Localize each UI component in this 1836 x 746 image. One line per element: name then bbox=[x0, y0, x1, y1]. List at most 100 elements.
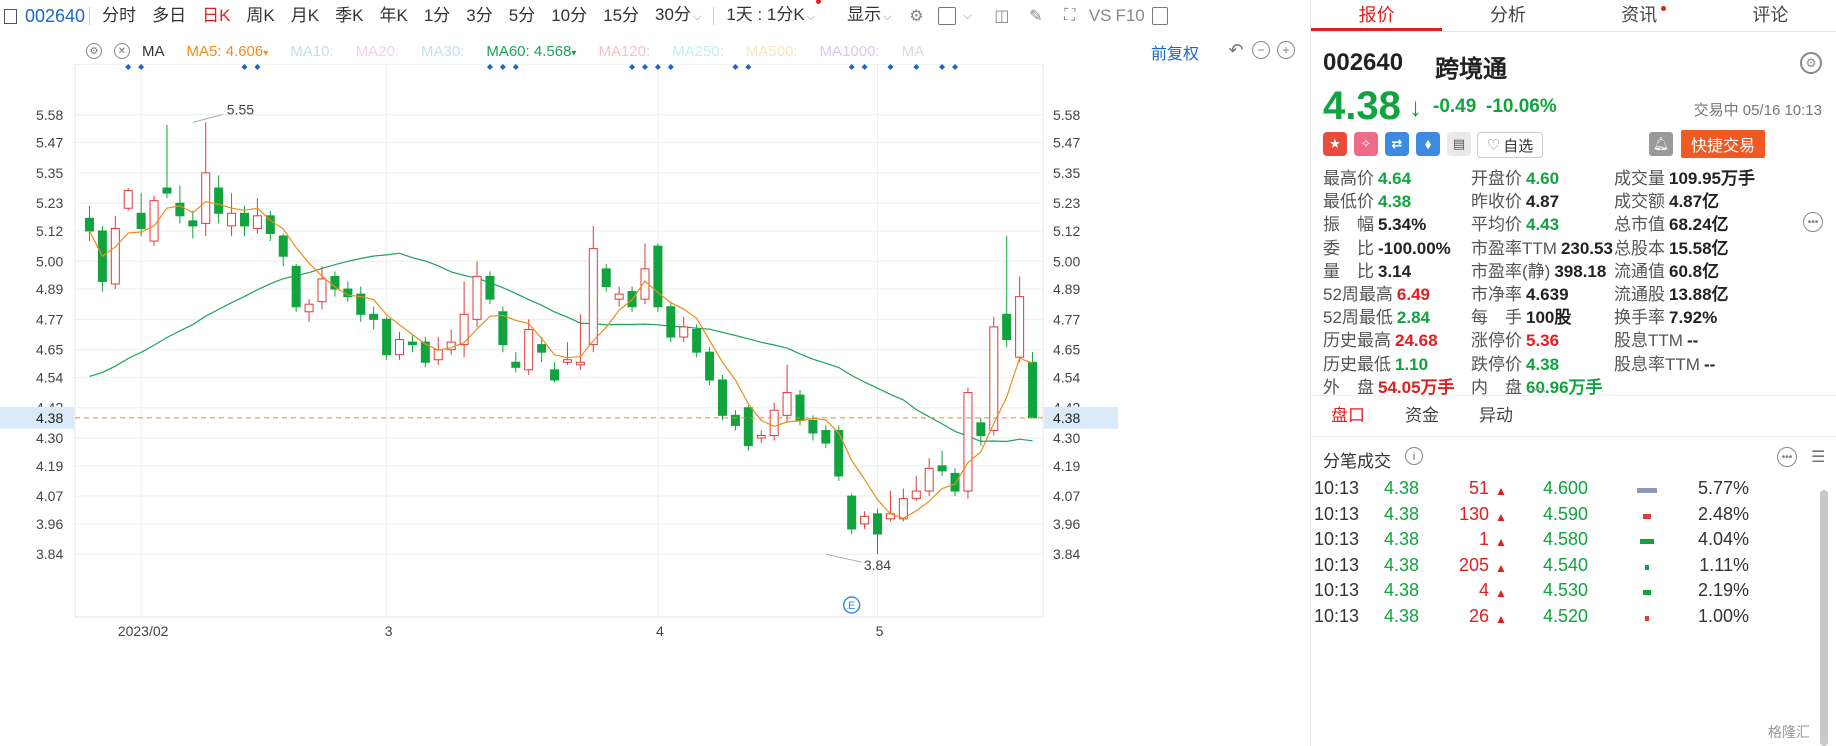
period-tab-intraday[interactable]: 分时 bbox=[94, 0, 144, 32]
period-tab-quarterly[interactable]: 季K bbox=[327, 0, 371, 32]
candle-up bbox=[963, 392, 973, 492]
fullscreen-icon[interactable]: ⛶ bbox=[1058, 4, 1082, 28]
event-marker-dot bbox=[732, 64, 739, 70]
period-tab-monthly[interactable]: 月K bbox=[283, 0, 327, 32]
trade-price: 4.38 bbox=[1384, 478, 1420, 498]
checkbox-dropdown-icon[interactable] bbox=[938, 7, 957, 25]
ai-icon[interactable]: ✧ bbox=[1354, 132, 1378, 156]
subtab-orderbook[interactable]: 盘口 bbox=[1311, 396, 1385, 436]
zoom-out-icon[interactable]: − bbox=[1252, 41, 1270, 59]
candle-down bbox=[175, 202, 185, 217]
y-tick-label-right: 5.00 bbox=[1053, 253, 1080, 269]
list-view-icon[interactable]: ☰ bbox=[1811, 447, 1825, 467]
tab-quote[interactable]: 报价 bbox=[1311, 0, 1443, 31]
ma1000-legend[interactable]: MA1000: bbox=[820, 43, 880, 60]
ma30-legend[interactable]: MA30: bbox=[421, 43, 464, 60]
candle-down bbox=[834, 429, 844, 477]
period-tab-5min[interactable]: 5分 bbox=[501, 0, 543, 32]
quote-stats: 最高价 4.64 开盘价 4.60 成交量 109.95万手 最低价 4.38 昨收价 4.87 成… bbox=[1311, 162, 1836, 397]
trade-price: 4.38 bbox=[1384, 580, 1420, 600]
stock-code-selector[interactable]: 002640 bbox=[0, 6, 85, 27]
chevron-down-icon: ⌵ bbox=[692, 11, 702, 23]
zoom-in-icon[interactable]: + bbox=[1277, 41, 1295, 59]
stat-label: 量 比 bbox=[1323, 261, 1374, 281]
ma120-legend[interactable]: MA120: bbox=[598, 43, 650, 60]
add-watchlist-button[interactable]: ♡ 自选 bbox=[1477, 132, 1543, 158]
stock-code: 002640 bbox=[1323, 49, 1404, 76]
undo-icon[interactable]: ↶ bbox=[1227, 41, 1245, 59]
candle-down bbox=[162, 187, 172, 194]
chevron-up-icon[interactable]: ︿ bbox=[1532, 376, 1546, 396]
period-tab-1min[interactable]: 1分 bbox=[416, 0, 458, 32]
candle-down bbox=[485, 275, 495, 300]
stock-icon-row: ★ ✧ ⇄ ⬧ ▤ ♡ 自选 🔔︎ 快捷交易 bbox=[1311, 128, 1836, 162]
period-tab-10min[interactable]: 10分 bbox=[543, 0, 595, 32]
subtab-capital[interactable]: 资金 bbox=[1385, 396, 1459, 436]
pencil-icon[interactable]: ✎ bbox=[1024, 4, 1048, 28]
ma10-legend[interactable]: MA10: bbox=[290, 43, 333, 60]
stat-item: 流通股 13.88亿 bbox=[1614, 280, 1729, 305]
ma-more-legend[interactable]: MA bbox=[902, 43, 925, 60]
bell-icon[interactable]: 🔔︎ bbox=[1649, 132, 1673, 156]
info-icon[interactable]: i bbox=[1405, 447, 1423, 465]
stat-label: 涨停价 bbox=[1471, 331, 1522, 351]
watchlist-label: 自选 bbox=[1503, 137, 1534, 155]
triangle-up-icon: ▲ bbox=[1495, 586, 1507, 600]
settings-gear-icon[interactable]: ⚙ bbox=[904, 4, 928, 28]
y-tick-label-left: 4.19 bbox=[36, 458, 63, 474]
book-icon[interactable]: ▤ bbox=[1447, 132, 1471, 156]
panel-toggle-icon[interactable] bbox=[1151, 7, 1168, 25]
f10-button[interactable]: F10 bbox=[1113, 0, 1146, 32]
settings-gear-icon[interactable]: ⚙ bbox=[86, 43, 102, 59]
tab-comments[interactable]: 评论 bbox=[1705, 0, 1836, 31]
ma500-legend[interactable]: MA500: bbox=[746, 43, 798, 60]
period-tab-3min[interactable]: 3分 bbox=[458, 0, 500, 32]
shuffle-icon[interactable]: ⇄ bbox=[1385, 132, 1409, 156]
ma20-legend[interactable]: MA20: bbox=[356, 43, 399, 60]
period-tab-30min[interactable]: 30分 ⌵ bbox=[647, 0, 709, 33]
stat-label: 市盈率(静) bbox=[1471, 261, 1551, 281]
settings-gear-icon[interactable]: ⚙ bbox=[1800, 52, 1822, 74]
high-annotation: 5.55 bbox=[227, 101, 254, 117]
tab-news[interactable]: 资讯 bbox=[1574, 0, 1705, 31]
quick-trade-button[interactable]: 快捷交易 bbox=[1681, 130, 1765, 158]
x-tick-label: 2023/02 bbox=[118, 623, 169, 639]
more-options-icon[interactable]: ••• bbox=[1803, 212, 1823, 232]
stat-label: 历史最高 bbox=[1323, 331, 1391, 351]
candle-up bbox=[395, 339, 405, 356]
close-icon[interactable]: ✕ bbox=[114, 43, 130, 59]
stat-item: 振 幅 5.34% bbox=[1323, 210, 1426, 235]
period-tab-15min[interactable]: 15分 bbox=[595, 0, 647, 32]
ma60-legend[interactable]: MA60: 4.568▾ bbox=[486, 43, 576, 60]
level-share-bar bbox=[1639, 539, 1654, 544]
stat-value: 7.92% bbox=[1669, 308, 1718, 328]
period-tab-daily[interactable]: 日K bbox=[194, 0, 238, 32]
level-price: 4.540 bbox=[1543, 554, 1589, 575]
notification-dot-icon bbox=[1661, 6, 1667, 11]
trades-scrollbar[interactable] bbox=[1820, 490, 1828, 746]
level-share-pct: 1.00% bbox=[1697, 605, 1749, 626]
ma-indicator-label[interactable]: MA bbox=[142, 43, 165, 60]
trades-title: 分笔成交 bbox=[1323, 452, 1391, 471]
cn-flag-icon[interactable]: ★ bbox=[1323, 132, 1347, 156]
interval-dropdown[interactable]: 1天 : 1分K ⌵ bbox=[718, 0, 829, 33]
vs-button[interactable]: VS bbox=[1087, 0, 1114, 32]
period-tab-yearly[interactable]: 年K bbox=[371, 0, 415, 32]
triangle-down-icon: ▾ bbox=[571, 47, 577, 59]
adjust-mode-button[interactable]: 前复权 bbox=[1151, 40, 1199, 64]
display-dropdown[interactable]: 显示 ⌵ bbox=[839, 0, 899, 33]
more-options-icon[interactable]: ••• bbox=[1777, 447, 1797, 467]
period-tab-multiday[interactable]: 多日 bbox=[144, 0, 194, 32]
y-tick-label-left: 4.65 bbox=[36, 342, 63, 358]
ma250-legend[interactable]: MA250: bbox=[672, 43, 724, 60]
period-tab-weekly[interactable]: 周K bbox=[238, 0, 282, 32]
event-marker-dot bbox=[745, 64, 752, 70]
kline-chart[interactable]: 5.58 5.58 5.47 5.47 5.35 5.35 5.23 5.23 5.12 5.12… bbox=[0, 64, 1310, 746]
subtab-movement[interactable]: 异动 bbox=[1459, 396, 1533, 436]
camera-icon[interactable]: ◫ bbox=[990, 4, 1014, 28]
tag-icon[interactable]: ⬧ bbox=[1416, 132, 1440, 156]
level-share-bar bbox=[1637, 488, 1657, 493]
ma5-value: 4.606 bbox=[225, 42, 264, 60]
ma5-legend[interactable]: MA5: 4.606▾ bbox=[187, 43, 269, 60]
tab-analysis[interactable]: 分析 bbox=[1442, 0, 1573, 31]
